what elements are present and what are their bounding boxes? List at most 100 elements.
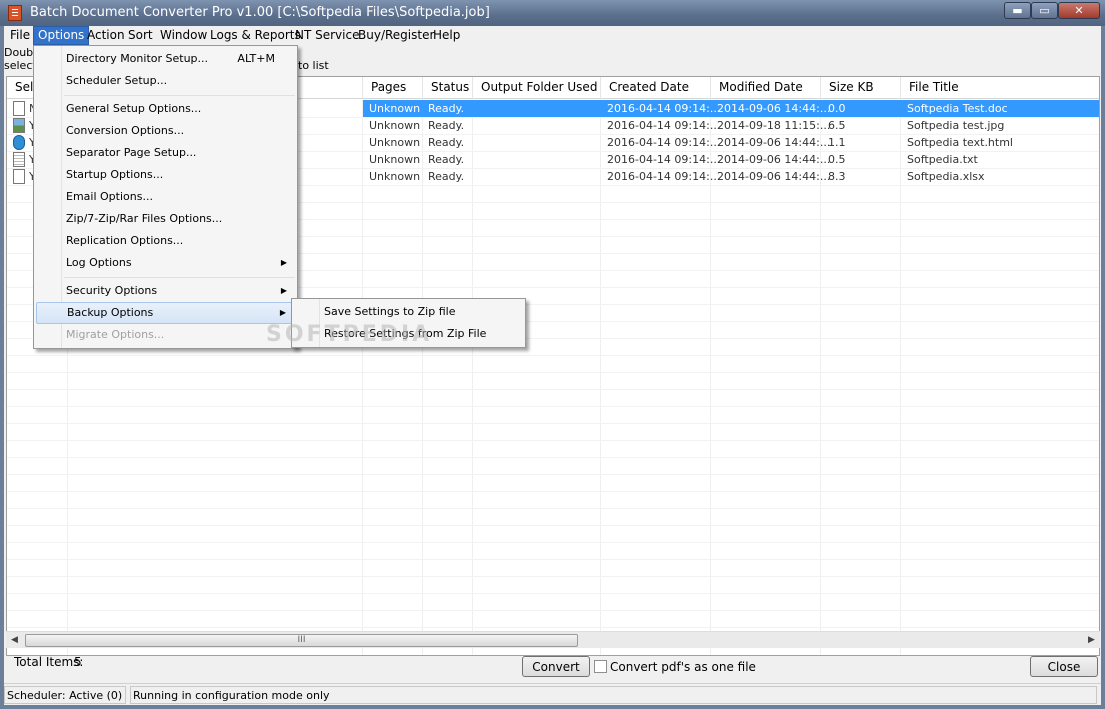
cell-modified: 2014-09-06 14:44:... [717, 102, 831, 115]
submenu-arrow-icon: ▶ [280, 286, 287, 295]
grid-line [7, 491, 1099, 492]
cell-title: Softpedia test.jpg [907, 119, 1005, 132]
submenu-arrow-icon: ▶ [279, 308, 286, 317]
col-header-status[interactable]: Status [423, 77, 473, 99]
window-title: Batch Document Converter Pro v1.00 [C:\S… [30, 5, 490, 20]
col-header-modified-date[interactable]: Modified Date [711, 77, 821, 99]
menu-item-general-setup-options[interactable]: General Setup Options... [36, 98, 295, 120]
menu-item-startup-options[interactable]: Startup Options... [36, 164, 295, 186]
cell-title: Softpedia.txt [907, 153, 978, 166]
app-window: Batch Document Converter Pro v1.00 [C:\S… [0, 0, 1105, 709]
cell-size: 0.0 [828, 102, 846, 115]
cell-size: 0.5 [828, 153, 846, 166]
cell-pages: Unknown [369, 102, 421, 115]
menu-item-directory-monitor-setup[interactable]: Directory Monitor Setup... ALT+M [36, 48, 295, 70]
menu-options[interactable]: Options [33, 26, 90, 45]
menu-action[interactable]: Action [83, 26, 129, 45]
cell-created: 2016-04-14 09:14:... [607, 119, 721, 132]
cell-created: 2016-04-14 09:14:... [607, 153, 721, 166]
menu-item-label: Scheduler Setup... [66, 74, 168, 87]
menu-separator [64, 277, 295, 278]
menu-item-replication-options[interactable]: Replication Options... [36, 230, 295, 252]
hint-line-2: select [4, 59, 37, 72]
convert-pdf-one-file-checkbox[interactable] [594, 660, 607, 673]
menu-item-security-options[interactable]: Security Options ▶ [36, 280, 295, 302]
menu-item-scheduler-setup[interactable]: Scheduler Setup... [36, 70, 295, 92]
grid-line [7, 406, 1099, 407]
scroll-left-arrow-icon[interactable]: ◀ [6, 632, 23, 649]
cell-pages: Unknown [369, 153, 421, 166]
cell-title: Softpedia text.html [907, 136, 1013, 149]
menu-item-label: Conversion Options... [66, 124, 185, 137]
scrollbar-thumb[interactable]: III [25, 634, 578, 647]
grid-line [7, 474, 1099, 475]
col-header-file-title[interactable]: File Title [901, 77, 1099, 99]
cell-created: 2016-04-14 09:14:... [607, 102, 721, 115]
grid-line [7, 372, 1099, 373]
grid-line [7, 423, 1099, 424]
menu-item-conversion-options[interactable]: Conversion Options... [36, 120, 295, 142]
blank-file-icon [13, 169, 25, 184]
minimize-button[interactable]: ▬ [1004, 2, 1031, 19]
cell-title: Softpedia.xlsx [907, 170, 985, 183]
doc-file-icon [13, 101, 25, 116]
menu-item-shortcut: ALT+M [237, 52, 275, 65]
menu-bar: File Options Action Sort Window Logs & R… [4, 26, 1101, 45]
menu-item-save-settings-zip[interactable]: Save Settings to Zip file [294, 301, 523, 323]
status-scheduler: Scheduler: Active (0) [4, 686, 126, 704]
cell-modified: 2014-09-06 14:44:... [717, 136, 831, 149]
menu-item-backup-options[interactable]: Backup Options ▶ [36, 302, 295, 324]
title-bar[interactable]: Batch Document Converter Pro v1.00 [C:\S… [0, 0, 1105, 26]
options-menu: Directory Monitor Setup... ALT+M Schedul… [33, 45, 298, 349]
cell-status: Ready. [428, 119, 465, 132]
col-header-created-date[interactable]: Created Date [601, 77, 711, 99]
grid-line [7, 559, 1099, 560]
client-area: File Options Action Sort Window Logs & R… [4, 26, 1101, 705]
status-bar: Scheduler: Active (0) Running in configu… [4, 683, 1101, 705]
col-header-output-folder[interactable]: Output Folder Used [473, 77, 601, 99]
menu-item-label: Replication Options... [66, 234, 184, 247]
grid-line [7, 542, 1099, 543]
convert-button[interactable]: Convert [522, 656, 590, 677]
maximize-button[interactable]: ▭ [1031, 2, 1058, 19]
menu-item-label: Email Options... [66, 190, 153, 203]
menu-item-label: Log Options [66, 256, 132, 269]
menu-help[interactable]: Help [429, 26, 464, 45]
menu-nt-service[interactable]: NT Service [291, 26, 363, 45]
close-button[interactable]: Close [1030, 656, 1098, 677]
menu-file[interactable]: File [6, 26, 34, 45]
col-header-size[interactable]: Size KB [821, 77, 901, 99]
menu-item-log-options[interactable]: Log Options ▶ [36, 252, 295, 274]
menu-item-migrate-options: Migrate Options... [36, 324, 295, 346]
hint-line-3: to list [298, 59, 329, 72]
grid-line [7, 355, 1099, 356]
menu-item-label: Zip/7-Zip/Rar Files Options... [66, 212, 223, 225]
grid-line [7, 457, 1099, 458]
menu-sort[interactable]: Sort [124, 26, 157, 45]
col-header-pages[interactable]: Pages [363, 77, 423, 99]
menu-item-label: Directory Monitor Setup... [66, 52, 209, 65]
menu-buy-register[interactable]: Buy/Register [354, 26, 438, 45]
menu-logs-reports[interactable]: Logs & Reports [206, 26, 305, 45]
image-file-icon [13, 118, 25, 133]
grid-line [7, 627, 1099, 628]
cell-title: Softpedia Test.doc [907, 102, 1008, 115]
horizontal-scrollbar[interactable]: ◀ III ▶ [6, 631, 1100, 648]
scroll-right-arrow-icon[interactable]: ▶ [1083, 632, 1100, 649]
menu-item-label: Startup Options... [66, 168, 164, 181]
menu-item-email-options[interactable]: Email Options... [36, 186, 295, 208]
cell-modified: 2014-09-06 14:44:... [717, 153, 831, 166]
submenu-arrow-icon: ▶ [280, 258, 287, 267]
grid-line [7, 389, 1099, 390]
cell-created: 2016-04-14 09:14:... [607, 136, 721, 149]
menu-item-label: Migrate Options... [66, 328, 165, 341]
menu-item-zip-options[interactable]: Zip/7-Zip/Rar Files Options... [36, 208, 295, 230]
menu-window[interactable]: Window [156, 26, 211, 45]
menu-item-label: General Setup Options... [66, 102, 202, 115]
cell-size: 6.5 [828, 119, 846, 132]
convert-pdf-one-file-label[interactable]: Convert pdf's as one file [610, 660, 756, 674]
cell-pages: Unknown [369, 170, 421, 183]
cell-status: Ready. [428, 102, 465, 115]
menu-item-separator-page-setup[interactable]: Separator Page Setup... [36, 142, 295, 164]
close-window-button[interactable]: ✕ [1058, 2, 1100, 19]
